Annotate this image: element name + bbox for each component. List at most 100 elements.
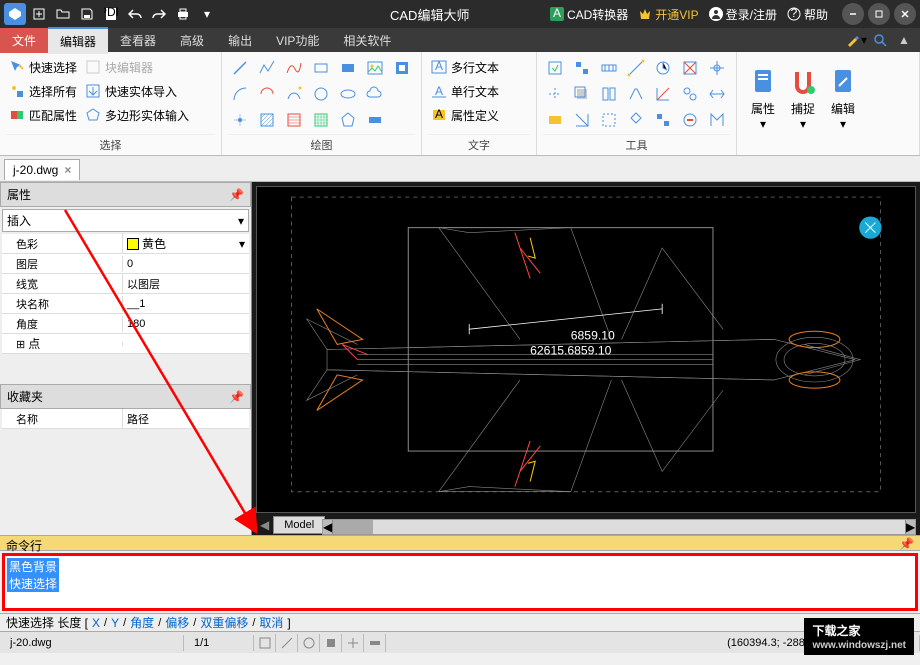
close-icon[interactable] [894, 3, 916, 25]
ellipse-icon[interactable] [336, 82, 360, 106]
undo-icon[interactable] [124, 3, 146, 25]
block-editor[interactable]: 块编辑器 [82, 56, 155, 78]
login-link[interactable]: 登录/注册 [709, 6, 777, 23]
quick-import[interactable]: 快速实体导入 [82, 80, 179, 102]
menu-file[interactable]: 文件 [0, 28, 48, 53]
attr-define[interactable]: A属性定义 [428, 104, 530, 126]
menu-editor[interactable]: 编辑器 [48, 27, 108, 54]
vip-link[interactable]: 开通VIP [638, 6, 698, 23]
file-tab[interactable]: j-20.dwg× [4, 159, 80, 180]
command-box[interactable]: 黑色背景 快速选择 [2, 553, 918, 611]
edit-button[interactable]: 编辑▾ [823, 62, 863, 135]
arc2-icon[interactable] [255, 82, 279, 106]
polyline-icon[interactable] [255, 56, 279, 80]
point-icon[interactable] [228, 108, 252, 132]
drawing-canvas[interactable]: 62615.6859.10 6859.10 [256, 186, 916, 513]
tool12-icon[interactable] [651, 82, 675, 106]
redo-icon[interactable] [148, 3, 170, 25]
status-icon-3[interactable] [298, 634, 320, 652]
tool8-icon[interactable] [543, 82, 567, 106]
hatch1-icon[interactable] [255, 108, 279, 132]
tab-prev-icon[interactable]: ◀ [256, 518, 273, 532]
tool15-icon[interactable] [543, 108, 567, 132]
tool18-icon[interactable] [624, 108, 648, 132]
model-tab[interactable]: Model [273, 516, 325, 534]
select-all[interactable]: 选择所有 [6, 80, 79, 102]
minimize-icon[interactable] [842, 3, 864, 25]
snap-button[interactable]: 捕捉▾ [783, 62, 823, 135]
menu-vip[interactable]: VIP功能 [264, 28, 331, 53]
opt-double[interactable]: 双重偏移 [200, 614, 248, 631]
print-icon[interactable] [172, 3, 194, 25]
opt-offset[interactable]: 偏移 [165, 614, 189, 631]
status-icon-5[interactable] [342, 634, 364, 652]
status-icon-1[interactable] [254, 634, 276, 652]
block-value[interactable]: __1 [122, 296, 249, 312]
pin-icon[interactable]: 📌 [229, 188, 244, 202]
arc-icon[interactable] [228, 82, 252, 106]
status-icon-4[interactable] [320, 634, 342, 652]
tool21-icon[interactable] [705, 108, 729, 132]
tool10-icon[interactable] [597, 82, 621, 106]
collapse-ribbon-icon[interactable]: ▲ [892, 29, 916, 51]
opt-y[interactable]: Y [111, 616, 119, 630]
match-props[interactable]: 匹配属性 [6, 104, 79, 126]
polygon-input[interactable]: 多边形实体输入 [82, 104, 191, 126]
tool19-icon[interactable] [651, 108, 675, 132]
opt-angle[interactable]: 角度 [130, 614, 154, 631]
tool14-icon[interactable] [705, 82, 729, 106]
tool13-icon[interactable] [678, 82, 702, 106]
menu-advanced[interactable]: 高级 [168, 28, 216, 53]
pin-icon-2[interactable]: 📌 [229, 390, 244, 404]
tool4-icon[interactable] [624, 56, 648, 80]
tool2-icon[interactable] [570, 56, 594, 80]
cloud-icon[interactable] [363, 82, 387, 106]
hatch3-icon[interactable] [309, 108, 333, 132]
angle-value[interactable]: 180 [122, 316, 249, 332]
insert-combo[interactable]: 插入▾ [2, 209, 249, 232]
tool9-icon[interactable] [570, 82, 594, 106]
app-logo[interactable] [4, 3, 26, 25]
status-icon-6[interactable] [364, 634, 386, 652]
lineweight-value[interactable]: 以图层 [122, 274, 249, 294]
menu-output[interactable]: 输出 [216, 28, 264, 53]
new-icon[interactable] [28, 3, 50, 25]
save-icon[interactable] [76, 3, 98, 25]
pin-icon-3[interactable]: 📌 [899, 537, 914, 549]
circle-icon[interactable] [309, 82, 333, 106]
tool6-icon[interactable] [678, 56, 702, 80]
props-button[interactable]: 属性▾ [743, 62, 783, 135]
hatch2-icon[interactable] [282, 108, 306, 132]
maximize-icon[interactable] [868, 3, 890, 25]
tool7-icon[interactable] [705, 56, 729, 80]
open-icon[interactable] [52, 3, 74, 25]
menu-related[interactable]: 相关软件 [331, 28, 403, 53]
tool17-icon[interactable] [597, 108, 621, 132]
opt-x[interactable]: X [92, 616, 100, 630]
line-icon[interactable] [228, 56, 252, 80]
tool3-icon[interactable] [597, 56, 621, 80]
quick-select[interactable]: 快速选择 [6, 56, 79, 78]
tool5-icon[interactable] [651, 56, 675, 80]
single-text[interactable]: A单行文本 [428, 80, 530, 102]
point-expand[interactable]: ⊞ 点 [2, 333, 122, 354]
tool1-icon[interactable] [543, 56, 567, 80]
dropdown-icon[interactable]: ▾ [196, 3, 218, 25]
rect-icon[interactable] [309, 56, 333, 80]
converter-link[interactable]: ACAD转换器 [550, 6, 628, 23]
menu-viewer[interactable]: 查看器 [108, 28, 168, 53]
search-icon[interactable] [868, 29, 892, 51]
block-icon[interactable] [390, 56, 414, 80]
multiline-text[interactable]: A多行文本 [428, 56, 530, 78]
opt-cancel[interactable]: 取消 [259, 614, 283, 631]
help-link[interactable]: ?帮助 [787, 6, 828, 23]
spline-icon[interactable] [282, 56, 306, 80]
sketch-icon[interactable] [282, 82, 306, 106]
h-scrollbar[interactable]: ◀▶ [322, 519, 916, 535]
tool11-icon[interactable] [624, 82, 648, 106]
polygon-icon[interactable] [336, 108, 360, 132]
close-tab-icon[interactable]: × [64, 163, 71, 177]
dim-icon[interactable] [363, 108, 387, 132]
tool16-icon[interactable] [570, 108, 594, 132]
status-icon-2[interactable] [276, 634, 298, 652]
